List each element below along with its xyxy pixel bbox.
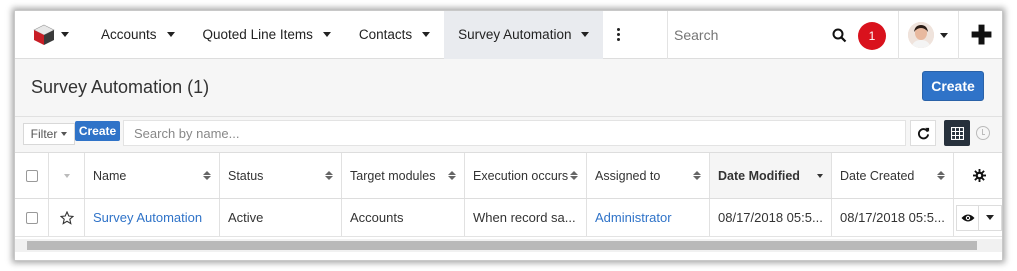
target-modules-cell: Accounts — [342, 199, 465, 236]
vertical-dots-icon — [616, 28, 620, 41]
row-actions-cell — [954, 199, 1002, 236]
search-by-name-input[interactable] — [123, 120, 906, 146]
table-header-row: Name Status Target modules Execution occ… — [15, 153, 1002, 199]
column-label: Name — [93, 168, 127, 183]
refresh-button[interactable] — [910, 120, 936, 146]
quick-create-plus-icon[interactable]: ✚ — [958, 11, 1002, 59]
sort-icon[interactable] — [448, 171, 456, 180]
sort-icon[interactable] — [325, 171, 333, 180]
column-label: Target modules — [350, 168, 436, 183]
chevron-down-icon — [61, 132, 68, 136]
star-icon[interactable] — [59, 210, 74, 225]
nav-tab-accounts[interactable]: Accounts — [87, 11, 189, 59]
sort-icon[interactable] — [937, 171, 945, 180]
execution-occurs-cell: When record sa... — [465, 199, 587, 236]
list-view-button[interactable] — [944, 120, 970, 146]
chevron-down-icon[interactable] — [581, 32, 590, 37]
user-menu[interactable] — [898, 11, 956, 59]
nav-tab-survey-automation[interactable]: Survey Automation — [444, 11, 604, 59]
top-nav: Accounts Quoted Line Items Contacts Surv… — [15, 11, 1002, 59]
status-cell: Active — [220, 199, 342, 236]
row-select-cell — [15, 199, 49, 236]
chevron-down-icon[interactable] — [322, 32, 331, 37]
avatar — [907, 22, 934, 48]
mass-actions-cell — [49, 153, 85, 198]
activity-stream-clock-icon[interactable] — [976, 126, 990, 140]
column-header-execution-occurs[interactable]: Execution occurs — [465, 153, 587, 198]
select-all-cell — [15, 153, 49, 198]
chevron-down-icon — [939, 32, 948, 38]
sort-descending-icon[interactable] — [817, 173, 823, 178]
create-button[interactable]: Create — [922, 71, 984, 101]
date-modified-cell: 08/17/2018 05:5... — [710, 199, 832, 236]
search-icon[interactable] — [832, 28, 847, 43]
refresh-icon — [917, 127, 929, 139]
nav-tab-contacts[interactable]: Contacts — [345, 11, 444, 59]
column-header-assigned-to[interactable]: Assigned to — [587, 153, 710, 198]
table-row[interactable]: Survey Automation Active Accounts When r… — [15, 199, 1002, 237]
app-logo-menu[interactable] — [15, 11, 87, 59]
assigned-user-link[interactable]: Administrator — [587, 199, 710, 236]
sort-icon[interactable] — [693, 171, 701, 180]
page-title: Survey Automation (1) — [31, 77, 210, 97]
records-table: Name Status Target modules Execution occ… — [15, 153, 1002, 237]
nav-tab-quoted-line-items[interactable]: Quoted Line Items — [189, 11, 345, 59]
nav-tab-label: Quoted Line Items — [202, 27, 313, 42]
record-name-link[interactable]: Survey Automation — [85, 199, 220, 236]
horizontal-scrollbar[interactable] — [15, 239, 1002, 252]
gear-icon[interactable] — [972, 169, 986, 182]
column-header-status[interactable]: Status — [220, 153, 342, 198]
nav-tab-label: Survey Automation — [458, 27, 572, 42]
column-label: Date Created — [840, 168, 915, 183]
column-label: Status — [228, 168, 264, 183]
nav-tab-label: Contacts — [358, 27, 413, 42]
column-label: Assigned to — [595, 168, 661, 183]
list-header: Survey Automation (1) Create — [15, 59, 1002, 117]
column-settings-cell — [954, 153, 1002, 198]
column-header-target-modules[interactable]: Target modules — [342, 153, 465, 198]
global-search[interactable] — [667, 11, 857, 59]
more-tabs-button[interactable] — [603, 11, 633, 59]
column-header-date-created[interactable]: Date Created — [832, 153, 954, 198]
chevron-down-icon[interactable] — [422, 32, 431, 37]
column-label: Execution occurs — [473, 168, 569, 183]
filter-bar: Filter Create — [15, 117, 1002, 153]
cube-logo-icon — [33, 24, 55, 45]
notification-badge[interactable]: 1 — [858, 22, 886, 50]
row-checkbox[interactable] — [25, 211, 38, 224]
grid-icon — [950, 126, 964, 140]
filter-dropdown[interactable]: Filter — [23, 123, 75, 145]
scrollbar-thumb[interactable] — [27, 241, 977, 250]
column-label: Date Modified — [718, 168, 800, 183]
sort-icon[interactable] — [570, 171, 578, 180]
chevron-down-icon[interactable] — [166, 32, 175, 37]
filter-label: Filter — [30, 127, 58, 141]
create-filter-button[interactable]: Create — [75, 121, 120, 141]
preview-button[interactable] — [956, 204, 980, 231]
sort-icon[interactable] — [203, 171, 211, 180]
row-actions-dropdown[interactable] — [979, 204, 1002, 231]
chevron-down-icon[interactable] — [63, 173, 70, 178]
column-header-date-modified[interactable]: Date Modified — [710, 153, 832, 198]
column-header-name[interactable]: Name — [85, 153, 220, 198]
date-created-cell: 08/17/2018 05:5... — [832, 199, 954, 236]
chevron-down-icon — [61, 32, 69, 37]
global-search-input[interactable] — [674, 27, 814, 43]
select-all-checkbox[interactable] — [25, 169, 38, 182]
favorite-cell — [49, 199, 85, 236]
chevron-down-icon — [986, 215, 994, 220]
nav-tab-label: Accounts — [101, 27, 157, 42]
app-window: Accounts Quoted Line Items Contacts Surv… — [14, 10, 1003, 261]
eye-icon — [961, 214, 974, 221]
